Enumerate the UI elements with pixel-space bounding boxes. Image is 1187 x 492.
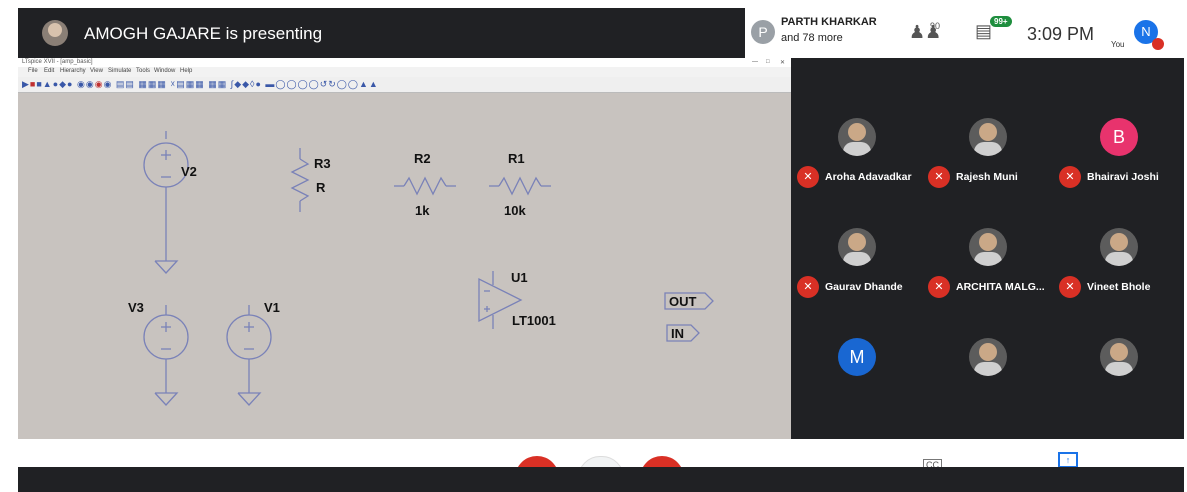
participant-grid: ✕ Aroha Adavadkar ✕ Rajesh Muni B ✕ Bhairavi J…	[791, 108, 1184, 439]
v3-label: V3	[128, 300, 144, 315]
participant-name: Bhairavi Joshi	[1087, 171, 1159, 183]
presenting-text: AMOGH GAJARE is presenting	[84, 24, 323, 43]
chat-icon[interactable]: ▤	[975, 21, 992, 42]
voltage-source-v1[interactable]	[226, 305, 272, 406]
r1-label: R1	[508, 151, 525, 166]
menu-window[interactable]: Window	[154, 68, 175, 74]
voltage-source-v2[interactable]	[143, 131, 189, 274]
r3-label: R3	[314, 156, 331, 171]
u1-label: U1	[511, 270, 528, 285]
r1-value: 10k	[504, 203, 526, 218]
you-label: You	[1111, 40, 1125, 49]
ltspice-title: LTspice XVII - [amp_basic]	[22, 59, 93, 65]
presenting-bar: AMOGH GAJARE is presenting	[18, 8, 778, 58]
mic-off-icon: ✕	[1059, 276, 1081, 298]
resistor-r1[interactable]	[489, 176, 551, 196]
mic-off-icon: ✕	[797, 276, 819, 298]
r2-value: 1k	[415, 203, 430, 218]
mic-off-icon: ✕	[1059, 166, 1081, 188]
schematic-drawing: V2 V3 V1 R3 R R2 1k R1 10k U1 LT1001 OUT…	[128, 131, 714, 406]
presenter-avatar	[42, 20, 68, 46]
out-label: OUT	[669, 294, 697, 309]
participant-tile[interactable]: ✕ Aroha Adavadkar	[791, 108, 922, 218]
menu-hierarchy[interactable]: Hierarchy	[60, 68, 86, 74]
participant-tile[interactable]: ✕ Vineet Bhole	[1053, 218, 1184, 328]
participant-tile[interactable]: ✕ Gaurav Dhande	[791, 218, 922, 328]
meeting-info-panel: P PARTH KHARKAR and 78 more ♟♟ 90 ▤ 99+ …	[745, 8, 1184, 58]
mic-off-icon: ✕	[797, 166, 819, 188]
participant-name: PARTH KHARKAR	[781, 16, 877, 28]
ltspice-toolbar: ▶■■▲●◆● ◉◉◉◉ ▤▤ ▦▦▦ ☓▤▦▦ ▦▦ ∫◆◆◊● ▬◯◯◯◯↺…	[18, 77, 791, 93]
participant-avatar	[969, 338, 1007, 376]
meet-window: AMOGH GAJARE is presenting P PARTH KHARK…	[18, 8, 1184, 492]
clock: 3:09 PM	[1027, 24, 1095, 44]
people-count: 90	[930, 21, 941, 31]
ltspice-menubar: File Edit Hierarchy View Simulate Tools …	[18, 67, 791, 77]
voltage-source-v3[interactable]	[143, 305, 189, 406]
participant-tile[interactable]: M	[791, 328, 922, 438]
maximize-icon[interactable]: □	[766, 59, 770, 65]
participant-avatar	[838, 118, 876, 156]
participant-avatar: M	[838, 338, 876, 376]
close-icon[interactable]: ✕	[780, 59, 785, 66]
menu-view[interactable]: View	[90, 68, 103, 74]
menu-file[interactable]: File	[28, 68, 38, 74]
participant-tile[interactable]	[922, 328, 1053, 438]
ltspice-window: LTspice XVII - [amp_basic] — □ ✕ File Ed…	[18, 58, 791, 439]
participant-more: and 78 more	[781, 32, 843, 44]
participant-avatar	[1100, 228, 1138, 266]
v2-label: V2	[181, 164, 197, 179]
u1-value: LT1001	[512, 313, 556, 328]
participant-name: Rajesh Muni	[956, 171, 1018, 183]
mic-off-icon: ✕	[928, 276, 950, 298]
mic-off-icon: ✕	[928, 166, 950, 188]
participant-tile[interactable]: B ✕ Bhairavi Joshi	[1053, 108, 1184, 218]
participant-avatar: B	[1100, 118, 1138, 156]
ltspice-titlebar: LTspice XVII - [amp_basic] — □ ✕	[18, 58, 791, 67]
participant-avatar	[969, 228, 1007, 266]
participant-avatar	[1100, 338, 1138, 376]
minimize-icon[interactable]: —	[752, 59, 758, 65]
r2-label: R2	[414, 151, 431, 166]
participant-avatar	[969, 118, 1007, 156]
participant-name: Gaurav Dhande	[825, 281, 903, 293]
v1-label: V1	[264, 300, 280, 315]
menu-edit[interactable]: Edit	[44, 68, 54, 74]
menu-tools[interactable]: Tools	[136, 68, 150, 74]
schematic-canvas[interactable]: V2 V3 V1 R3 R R2 1k R1 10k U1 LT1001 OUT…	[18, 93, 791, 439]
participant-tile[interactable]	[1053, 328, 1184, 438]
meeting-controls-bar: CC ↑	[18, 439, 1184, 488]
participant-tile[interactable]: ✕ Rajesh Muni	[922, 108, 1053, 218]
bottom-strip	[18, 467, 1184, 492]
r3-value: R	[316, 180, 326, 195]
resistor-r2[interactable]	[394, 176, 456, 196]
participant-tile[interactable]: ✕ ARCHITA MALG...	[922, 218, 1053, 328]
toolbar-icons[interactable]: ▶■■▲●◆● ◉◉◉◉ ▤▤ ▦▦▦ ☓▤▦▦ ▦▦ ∫◆◆◊● ▬◯◯◯◯↺…	[22, 79, 379, 90]
chat-badge: 99+	[990, 16, 1012, 27]
mic-off-icon	[1152, 38, 1164, 50]
participant-name: Aroha Adavadkar	[825, 171, 912, 183]
resistor-r3[interactable]	[290, 148, 310, 212]
participant-avatar: P	[751, 20, 775, 44]
participant-name: ARCHITA MALG...	[956, 281, 1045, 293]
participant-name: Vineet Bhole	[1087, 281, 1151, 293]
menu-help[interactable]: Help	[180, 68, 192, 74]
in-label: IN	[671, 326, 684, 341]
present-icon[interactable]: ↑	[1058, 452, 1078, 468]
menu-simulate[interactable]: Simulate	[108, 68, 131, 74]
participant-avatar	[838, 228, 876, 266]
